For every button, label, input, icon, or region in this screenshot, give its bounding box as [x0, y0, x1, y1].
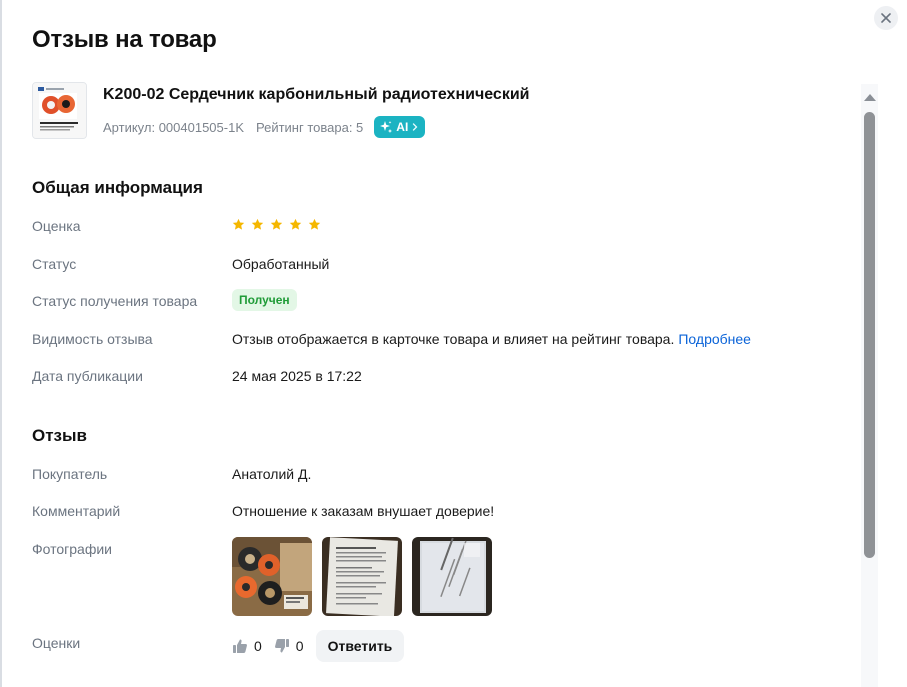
thumbs-up-icon — [233, 639, 247, 653]
more-info-link[interactable]: Подробнее — [678, 331, 751, 347]
rating-label: Оценка — [32, 218, 81, 234]
star-icon — [251, 218, 264, 230]
star-icon — [232, 218, 245, 230]
buyer-label: Покупатель — [32, 466, 108, 482]
status-badge: Получен — [232, 289, 297, 311]
reply-button[interactable]: Ответить — [315, 630, 405, 662]
product-article: Артикул: 000401505-1K — [103, 119, 244, 135]
close-icon — [881, 13, 891, 23]
product-meta: Артикул: 000401505-1K Рейтинг товара: 5 … — [103, 116, 426, 138]
votes-label: Оценки — [32, 635, 81, 651]
product-name[interactable]: K200-02 Сердечник карбонильный радиотехн… — [103, 86, 530, 104]
review-photo[interactable] — [412, 537, 492, 616]
rating-stars — [232, 218, 321, 231]
visibility-value: Отзыв отображается в карточке товара и в… — [232, 331, 675, 347]
visibility-value-wrap: Отзыв отображается в карточке товара и в… — [232, 331, 751, 347]
modal-title: Отзыв на товар — [32, 26, 217, 53]
status-label: Статус — [32, 256, 77, 272]
like-button[interactable]: 0 — [232, 638, 262, 654]
receipt-label: Статус получения товара — [32, 293, 198, 309]
scrollbar-thumb[interactable] — [864, 112, 875, 558]
star-icon — [289, 218, 302, 230]
votes-wrap: 0 0 Ответить — [232, 630, 405, 662]
status-value: Обработанный — [232, 256, 330, 272]
close-button[interactable] — [874, 6, 898, 30]
receipt-value-wrap: Получен — [232, 289, 297, 311]
review-photo[interactable] — [232, 537, 312, 616]
general-section-title: Общая информация — [32, 178, 203, 197]
sparkle-icon — [380, 121, 393, 133]
product-header: K200-02 Сердечник карбонильный радиотехн… — [32, 82, 832, 142]
ai-button[interactable]: AI — [374, 116, 426, 138]
scrollbar[interactable] — [861, 84, 878, 687]
date-value: 24 мая 2025 в 17:22 — [232, 368, 362, 384]
scroll-up-arrow-icon[interactable] — [864, 94, 876, 101]
modal-content: K200-02 Сердечник карбонильный радиотехн… — [0, 80, 862, 687]
product-rating: Рейтинг товара: 5 — [256, 119, 364, 135]
ai-label: AI — [396, 120, 409, 134]
photos-wrap — [232, 537, 492, 616]
visibility-label: Видимость отзыва — [32, 331, 153, 347]
buyer-value: Анатолий Д. — [232, 466, 312, 482]
thumbs-down-icon — [274, 639, 289, 653]
star-icon — [270, 218, 283, 230]
date-label: Дата публикации — [32, 368, 143, 384]
dislike-button[interactable]: 0 — [274, 638, 304, 654]
product-thumbnail[interactable] — [32, 82, 87, 139]
photos-label: Фотографии — [32, 541, 113, 557]
review-section-title: Отзыв — [32, 426, 87, 445]
dislikes-count: 0 — [295, 638, 304, 654]
comment-label: Комментарий — [32, 503, 121, 519]
star-icon — [308, 218, 321, 230]
comment-value: Отношение к заказам внушает доверие! — [232, 503, 495, 519]
review-photo[interactable] — [322, 537, 402, 616]
chevron-right-icon — [413, 123, 418, 131]
likes-count: 0 — [254, 638, 262, 654]
